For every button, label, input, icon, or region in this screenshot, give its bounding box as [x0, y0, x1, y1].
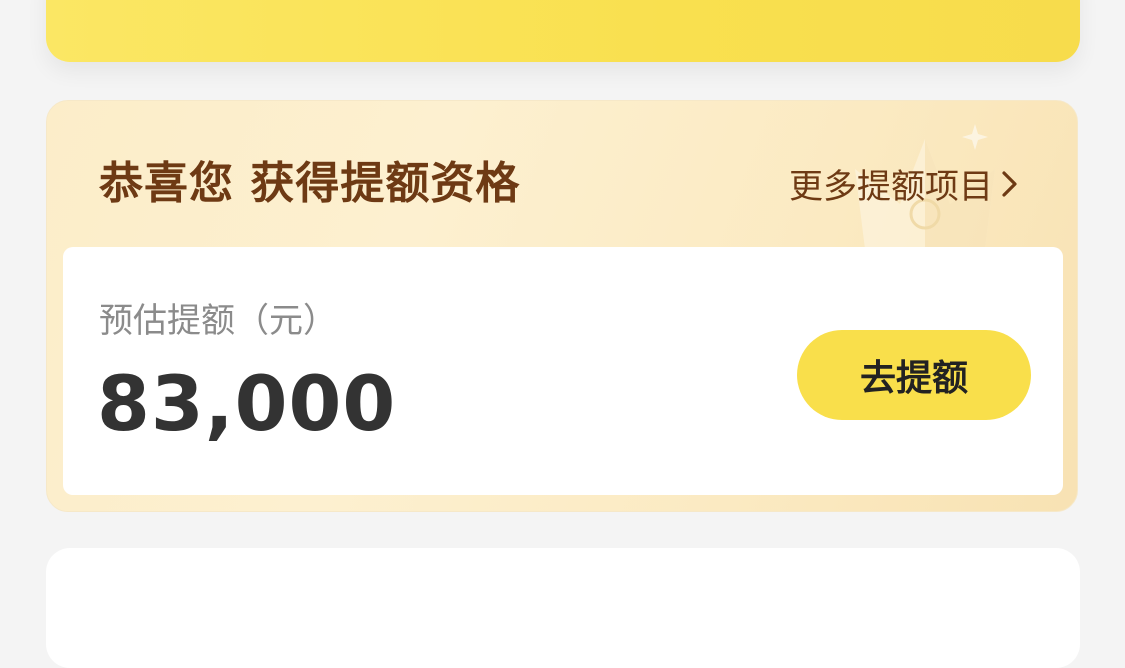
estimated-amount-label: 预估提额（元）	[99, 301, 337, 341]
next-card	[46, 548, 1080, 668]
promo-title: 恭喜您 获得提额资格	[99, 158, 521, 209]
more-increase-projects-link[interactable]: 更多提额项目	[789, 159, 1021, 208]
go-increase-button[interactable]: 去提额	[797, 330, 1031, 420]
estimated-amount-value: 83,000	[97, 359, 397, 448]
chevron-right-icon	[1002, 170, 1017, 197]
top-banner-card	[46, 0, 1080, 62]
credit-increase-card: 恭喜您 获得提额资格 更多提额项目 预估提额（元） 83,000 去提额	[46, 100, 1078, 512]
estimate-panel: 预估提额（元） 83,000 去提额	[63, 247, 1063, 495]
more-link-label: 更多提额项目	[789, 167, 993, 207]
